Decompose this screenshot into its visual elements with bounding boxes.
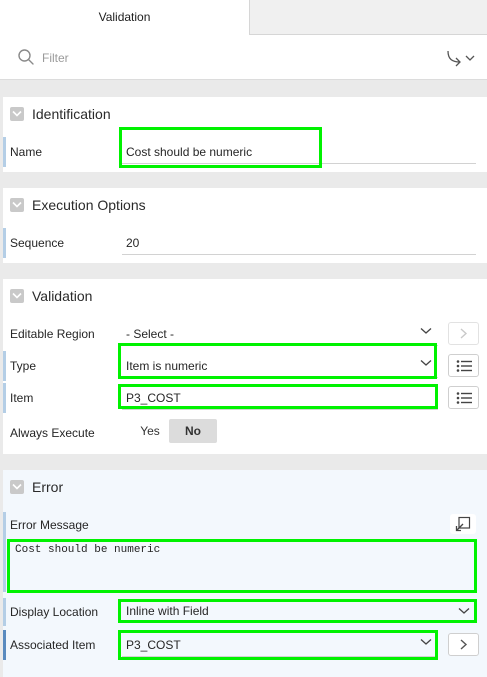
highlight-item (118, 384, 438, 409)
chevron-down-icon[interactable] (10, 480, 24, 494)
sequence-row: Sequence 20 (3, 228, 487, 258)
section-title: Execution Options (32, 197, 146, 213)
filter-input[interactable] (42, 48, 422, 68)
list-icon (456, 360, 472, 372)
chevron-down-icon[interactable] (10, 107, 24, 121)
highlight-name (119, 127, 322, 168)
expand-icon (455, 516, 471, 532)
item-label: Item (10, 391, 34, 405)
search-icon (18, 49, 34, 65)
associated-item-label: Associated Item (10, 638, 96, 652)
expand-button[interactable] (450, 514, 476, 534)
section-title: Error (32, 479, 64, 495)
sequence-field[interactable]: 20 (122, 228, 476, 255)
goto-arrow-icon (447, 50, 475, 67)
error-message-label: Error Message (10, 518, 89, 532)
error-header[interactable]: Error (3, 470, 487, 504)
chevron-right-icon (460, 328, 468, 339)
filter-bar (0, 35, 487, 80)
always-execute-label: Always Execute (10, 426, 95, 440)
type-list-button[interactable] (448, 354, 479, 377)
identification-header[interactable]: Identification (3, 97, 487, 131)
tab-validation[interactable]: Validation (0, 0, 250, 35)
execution-options-header[interactable]: Execution Options (3, 188, 487, 222)
highlight-error-message (7, 539, 477, 593)
sequence-label: Sequence (10, 236, 65, 250)
highlight-display-location (118, 599, 477, 623)
always-execute-row: Always Execute Yes No (3, 419, 487, 447)
validation-header[interactable]: Validation (3, 279, 487, 313)
editable-region-next-button[interactable] (448, 322, 479, 345)
no-option[interactable]: No (169, 419, 217, 443)
section-title: Identification (32, 106, 111, 122)
associated-item-next-button[interactable] (448, 633, 479, 656)
chevron-down-icon[interactable] (10, 198, 24, 212)
yes-option[interactable]: Yes (131, 419, 169, 443)
chevron-down-icon[interactable] (10, 289, 24, 303)
execution-options-section: Execution Options Sequence 20 (3, 188, 487, 263)
highlight-type (118, 343, 437, 379)
goto-button[interactable] (444, 47, 480, 69)
list-icon (456, 392, 472, 404)
sequence-value: 20 (126, 236, 140, 250)
highlight-associated-item (118, 630, 438, 660)
chevron-right-icon (460, 639, 468, 650)
name-label: Name (10, 145, 43, 159)
section-title: Validation (32, 288, 93, 304)
editable-region-value: - Select - (126, 327, 175, 341)
editable-region-label: Editable Region (10, 327, 95, 341)
tab-bar: Validation (0, 0, 487, 35)
chevron-down-icon (420, 328, 432, 334)
display-location-label: Display Location (10, 605, 99, 619)
type-label: Type (10, 359, 37, 373)
item-list-button[interactable] (448, 386, 479, 409)
